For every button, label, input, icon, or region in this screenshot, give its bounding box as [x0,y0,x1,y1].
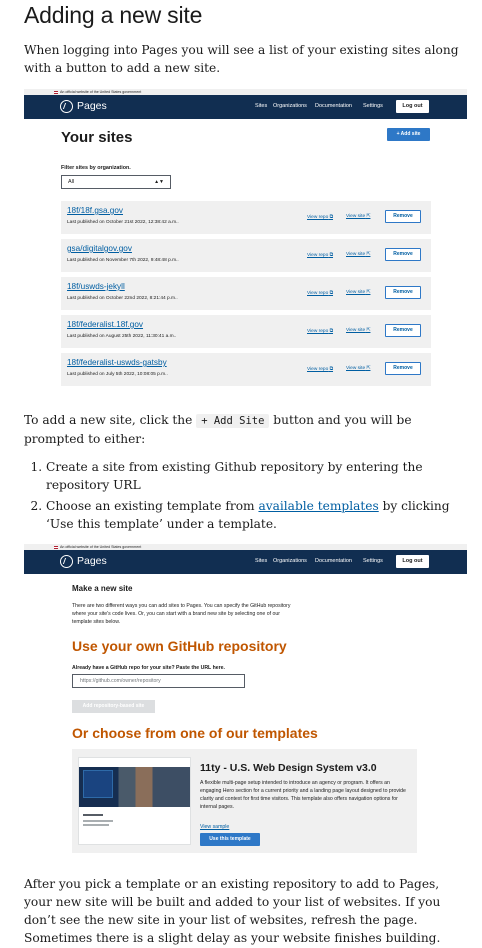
add-site-code: + Add Site [196,414,270,428]
add-site-paragraph: To add a new site, click the + Add Site … [24,413,412,446]
repo-url-label: Already have a GitHub repo for your site… [72,665,225,671]
nav-documentation[interactable]: Documentation [315,558,352,564]
us-flag-icon [54,545,58,549]
filter-label: Filter sites by organization. [61,165,131,171]
templates-heading: Or choose from one of our templates [72,725,318,741]
step-item: Choose an existing template from availab… [46,497,468,533]
site-row: 18f/federalist-uswds-gatsby Last publish… [61,353,431,386]
repo-url-input[interactable]: https://github.com/owner/repository [72,674,245,688]
view-repo-link[interactable]: View repo ⧉ [307,214,333,220]
add-repo-site-button[interactable]: Add repository-based site [72,700,155,713]
us-flag-icon [54,90,58,94]
site-link[interactable]: 18f/federalist.18f.gov [67,320,143,329]
github-repo-heading: Use your own GitHub repository [72,638,287,654]
your-sites-screenshot: An official website of the United States… [24,89,467,390]
make-new-site-title: Make a new site [72,584,133,593]
view-site-link[interactable]: View site ⇱ [346,328,370,333]
top-nav: Pages Sites Organizations Documentation … [24,95,467,119]
nav-organizations[interactable]: Organizations [273,103,307,109]
view-site-link[interactable]: View site ⇱ [346,214,370,219]
site-row: 18f/federalist.18f.gov Last published on… [61,315,431,348]
remove-button[interactable]: Remove [385,210,421,223]
view-repo-link[interactable]: View repo ⧉ [307,290,333,296]
pages-logo-icon [60,555,73,568]
your-sites-title: Your sites [61,129,133,146]
filter-select[interactable]: All ▲▼ [61,175,171,189]
page-heading: Adding a new site [24,2,203,28]
nav-organizations[interactable]: Organizations [273,558,307,564]
site-link[interactable]: gsa/digitalgov.gov [67,244,132,253]
intro-paragraph: When logging into Pages you will see a l… [24,43,459,75]
select-caret-icon: ▲▼ [154,179,164,185]
template-card: 11ty - U.S. Web Design System v3.0 A fle… [72,749,417,853]
template-thumbnail [78,757,191,845]
template-name: 11ty - U.S. Web Design System v3.0 [200,762,377,774]
nav-sites[interactable]: Sites [255,558,267,564]
remove-button[interactable]: Remove [385,248,421,261]
view-repo-link[interactable]: View repo ⧉ [307,366,333,372]
site-published: Last published on October 21st 2022, 12:… [67,220,179,225]
use-template-button[interactable]: Use this template [200,833,260,846]
site-published: Last published on October 22nd 2022, 8:2… [67,296,178,301]
site-row: 18f/uswds-jekyll Last published on Octob… [61,277,431,310]
nav-settings[interactable]: Settings [363,103,383,109]
logout-button[interactable]: Log out [396,555,429,568]
steps-list: Create a site from existing Github repos… [24,458,468,536]
make-new-site-screenshot: An official website of the United States… [24,544,467,856]
brand-name[interactable]: Pages [77,100,107,112]
site-link[interactable]: 18f/uswds-jekyll [67,282,125,291]
view-site-link[interactable]: View site ⇱ [346,366,370,371]
brand-name[interactable]: Pages [77,555,107,567]
site-link[interactable]: 18f/federalist-uswds-gatsby [67,358,167,367]
remove-button[interactable]: Remove [385,362,421,375]
available-templates-link[interactable]: available templates [258,499,378,513]
top-nav: Pages Sites Organizations Documentation … [24,550,467,574]
step-item: Create a site from existing Github repos… [46,458,468,494]
view-site-link[interactable]: View site ⇱ [346,290,370,295]
add-site-button[interactable]: + Add site [387,128,430,141]
view-repo-link[interactable]: View repo ⧉ [307,328,333,334]
nav-sites[interactable]: Sites [255,103,267,109]
nav-documentation[interactable]: Documentation [315,103,352,109]
make-new-site-description: There are two different ways you can add… [72,603,291,625]
site-published: Last published on July 5th 2022, 10:08:0… [67,372,168,377]
view-sample-link[interactable]: View sample [200,824,229,830]
view-site-link[interactable]: View site ⇱ [346,252,370,257]
site-published: Last published on August 25th 2022, 11:3… [67,334,177,339]
nav-settings[interactable]: Settings [363,558,383,564]
site-row: gsa/digitalgov.gov Last published on Nov… [61,239,431,272]
site-row: 18f/18f.gsa.gov Last published on Octobe… [61,201,431,234]
remove-button[interactable]: Remove [385,286,421,299]
template-description: A flexible multi-page setup intended to … [200,780,406,811]
outro-paragraph: After you pick a template or an existing… [24,877,441,945]
site-published: Last published on November 7th 2022, 9:4… [67,258,179,263]
remove-button[interactable]: Remove [385,324,421,337]
pages-logo-icon [60,100,73,113]
logout-button[interactable]: Log out [396,100,429,113]
view-repo-link[interactable]: View repo ⧉ [307,252,333,258]
site-link[interactable]: 18f/18f.gsa.gov [67,206,123,215]
